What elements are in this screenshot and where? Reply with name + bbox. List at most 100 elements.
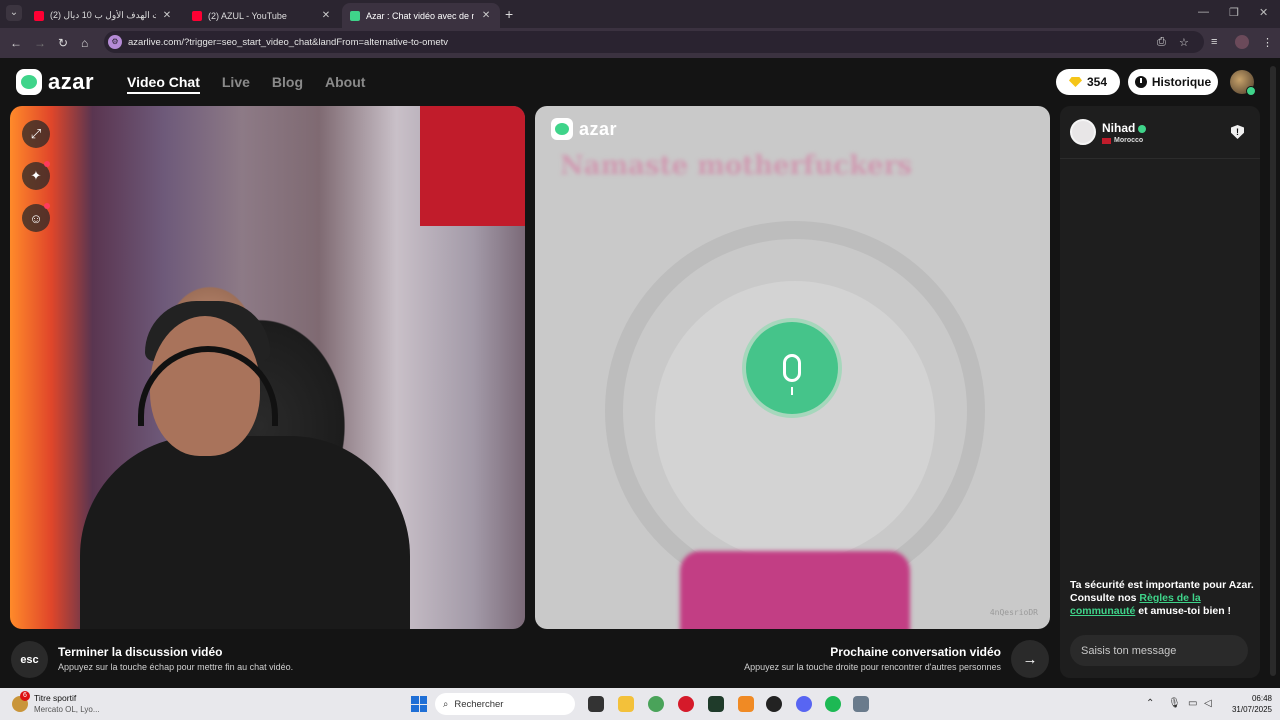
microphone-icon[interactable]: 🎙 (1168, 698, 1181, 709)
mask-button[interactable]: ☺ (22, 203, 50, 232)
file-explorer-icon[interactable] (618, 696, 634, 712)
close-tab-icon[interactable]: ✕ (320, 10, 332, 21)
network-icon[interactable]: ▭ (1188, 698, 1197, 709)
time-text: 06:48 (1251, 694, 1272, 703)
close-tab-icon[interactable]: ✕ (480, 10, 492, 21)
opera-icon[interactable] (678, 696, 694, 712)
youtube-icon (192, 10, 202, 21)
nav-live[interactable]: Live (222, 74, 250, 94)
clock[interactable]: 06:48 31/07/2025 (1228, 693, 1272, 715)
end-chat-button[interactable]: esc (11, 641, 48, 678)
chat-panel: Nihad Morocco ! Ta sécurité est importan… (1060, 106, 1260, 678)
report-shield-icon[interactable]: ! (1231, 125, 1244, 139)
install-app-icon[interactable]: ⎙ (1157, 36, 1166, 49)
browser-tab-3[interactable]: Azar : Chat vidéo avec de n ✕ (342, 3, 500, 28)
arrow-right-icon: → (1022, 650, 1038, 668)
sparkle-icon: ✦ (30, 168, 42, 183)
maximize-icon[interactable]: ❐ (1229, 6, 1239, 19)
site-info-icon[interactable]: ⚙ (108, 35, 122, 49)
swap-view-button[interactable]: ⤢ (22, 120, 50, 148)
news-title[interactable]: Titre sportif (34, 693, 76, 703)
tab-search-button[interactable]: ⌄ (6, 5, 22, 21)
terminal-app-icon[interactable] (708, 696, 724, 712)
history-button[interactable]: Historique (1128, 69, 1218, 95)
gems-button[interactable]: 354 (1056, 69, 1120, 95)
new-tab-button[interactable]: + (505, 6, 513, 22)
next-chat-title: Prochaine conversation vidéo (830, 645, 1001, 659)
url-text: azarlive.com/?trigger=seo_start_video_ch… (128, 36, 448, 48)
peer-avatar[interactable] (1070, 119, 1096, 145)
spotify-icon[interactable] (825, 696, 841, 712)
browser-toolbar: ← → ↻ ⌂ ⚙ azarlive.com/?trigger=seo_star… (0, 28, 1280, 58)
video-tools: ⤢ ✦ ☺ (22, 120, 50, 232)
app-dark-icon[interactable] (766, 696, 782, 712)
bookmark-star-icon[interactable]: ☆ (1179, 36, 1189, 49)
nav-about[interactable]: About (325, 74, 365, 94)
start-button[interactable] (411, 696, 427, 712)
person-body (80, 436, 410, 629)
swap-icon: ⤢ (30, 126, 42, 141)
verified-icon (1138, 124, 1147, 133)
notification-dot (44, 203, 50, 209)
back-icon[interactable]: ← (10, 36, 22, 50)
next-chat-button[interactable]: → (1011, 640, 1049, 678)
end-chat-subtitle: Appuyez sur la touche échap pour mettre … (58, 662, 294, 672)
azar-logo-icon (551, 118, 573, 140)
minimize-icon[interactable]: — (1198, 6, 1209, 18)
remote-video: Namaste motherfuckers azar 4nQesrioDR (535, 106, 1050, 629)
safety-notice: Ta sécurité est importante pour Azar. Co… (1070, 579, 1255, 618)
effects-button[interactable]: ✦ (22, 161, 50, 190)
home-icon[interactable]: ⌂ (81, 36, 88, 50)
reload-icon[interactable]: ↻ (58, 36, 68, 50)
local-video: ⤢ ✦ ☺ (10, 106, 525, 629)
azar-page: azar Video Chat Live Blog About 354 Hist… (0, 58, 1280, 688)
remote-blurred-body (680, 551, 910, 629)
tray-overflow-icon[interactable]: ⌃ (1146, 698, 1154, 709)
azar-favicon-icon (350, 10, 360, 21)
browser-tab-strip: ⌄ (2) حققت الهدف الأول ب 10 ديال ✕ (2) A… (0, 0, 1280, 28)
main-nav: Video Chat Live Blog About (127, 74, 365, 94)
chat-header: Nihad Morocco ! (1060, 106, 1260, 159)
tab-title: (2) حققت الهدف الأول ب 10 ديال (50, 10, 156, 20)
discord-icon[interactable] (796, 696, 812, 712)
browser-tab-2[interactable]: (2) AZUL - YouTube ✕ (184, 3, 340, 28)
remote-overlay-text: Namaste motherfuckers (560, 151, 913, 181)
reading-list-icon[interactable]: ≡ (1211, 36, 1217, 48)
peer-country-row: Morocco (1102, 137, 1143, 144)
news-badge: 6 (20, 691, 30, 701)
clock-icon (1134, 76, 1147, 88)
morocco-flag-icon (1102, 137, 1111, 144)
azar-logo-icon (16, 69, 42, 95)
nav-video-chat[interactable]: Video Chat (127, 74, 200, 94)
task-view-icon[interactable] (588, 696, 604, 712)
peer-country: Morocco (1114, 137, 1144, 144)
voice-only-mic-button[interactable] (746, 322, 838, 414)
browser-menu-icon[interactable]: ⋮ (1262, 36, 1273, 49)
end-chat-title: Terminer la discussion vidéo (58, 645, 223, 659)
nav-blog[interactable]: Blog (272, 74, 303, 94)
chrome-icon[interactable] (648, 696, 664, 712)
app-a-icon[interactable] (738, 696, 754, 712)
site-header: azar Video Chat Live Blog About 354 Hist… (0, 58, 1280, 106)
logo-text: azar (48, 69, 95, 94)
volume-icon[interactable]: ◁ (1204, 698, 1212, 709)
safety-text-end: et amuse-toi bien ! (1135, 605, 1232, 617)
azar-logo[interactable]: azar (16, 69, 94, 95)
taskbar-search[interactable]: ⌕ Rechercher (435, 693, 575, 715)
search-placeholder: Rechercher (454, 698, 504, 710)
page-scrollbar[interactable] (1270, 66, 1276, 676)
windows-taskbar: 6 Titre sportif Mercato OL, Lyo... ⌕ Rec… (0, 688, 1280, 720)
settings-icon[interactable] (853, 696, 869, 712)
forward-icon[interactable]: → (34, 36, 46, 50)
message-input[interactable] (1070, 635, 1248, 666)
gem-icon (1068, 77, 1082, 87)
browser-tab-1[interactable]: (2) حققت الهدف الأول ب 10 ديال ✕ (26, 3, 180, 28)
browser-profile-avatar[interactable] (1235, 35, 1249, 49)
close-tab-icon[interactable]: ✕ (162, 10, 172, 21)
tab-title: (2) AZUL - YouTube (208, 10, 287, 21)
logo-text: azar (579, 118, 618, 139)
close-window-icon[interactable]: ✕ (1259, 6, 1268, 19)
address-bar[interactable]: ⚙ azarlive.com/?trigger=seo_start_video_… (104, 31, 1204, 53)
user-avatar[interactable] (1230, 70, 1256, 96)
next-chat-subtitle: Appuyez sur la touche droite pour rencon… (744, 662, 1001, 672)
